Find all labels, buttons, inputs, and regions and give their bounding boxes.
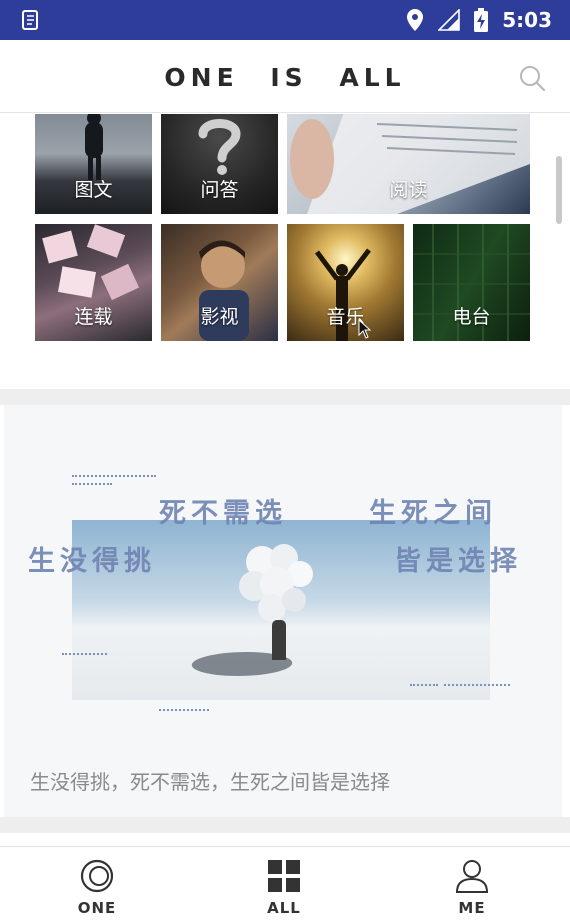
category-tile-radio[interactable]: 电台 (413, 224, 530, 341)
grid-icon (268, 860, 300, 892)
decorative-dots (62, 653, 107, 655)
nav-item-one[interactable]: ONE (2, 847, 192, 921)
poem-line: 生死之间 (369, 498, 497, 529)
status-bar: 5:03 (0, 0, 570, 40)
category-label: 电台 (452, 306, 491, 328)
scrollbar-thumb[interactable] (556, 156, 562, 224)
poem-line: 生没得挑 (28, 546, 156, 577)
battery-charging-icon (474, 8, 489, 32)
nav-label: ME (458, 899, 486, 917)
category-tile-film[interactable]: 影视 (161, 224, 278, 341)
section-divider (0, 817, 570, 833)
category-tile-graphic[interactable]: 图文 (35, 114, 152, 214)
decorative-dots (444, 684, 510, 686)
mouse-cursor-icon (358, 319, 372, 339)
balloons-image (239, 544, 313, 622)
category-label: 连载 (74, 306, 113, 328)
person-figure (272, 620, 286, 660)
notification-file-icon (22, 10, 38, 30)
poem-line: 皆是选择 (394, 546, 522, 577)
category-tile-music[interactable]: 音乐 (287, 224, 404, 341)
category-label: 阅读 (389, 179, 428, 201)
category-label: 问答 (200, 179, 239, 201)
status-icons: 5:03 (406, 0, 552, 40)
nav-item-all[interactable]: ALL (189, 847, 379, 921)
category-tile-serial[interactable]: 连载 (35, 224, 152, 341)
feature-caption: 生没得挑，死不需选，生死之间皆是选择 (30, 770, 390, 794)
feature-card[interactable]: 死不需选 生死之间 生没得挑 皆是选择 生没得挑，死不需选，生死之间皆是选择 (4, 405, 562, 817)
status-time: 5:03 (502, 8, 552, 32)
one-circle-icon (80, 859, 114, 893)
category-label: 音乐 (326, 306, 365, 328)
category-tile-qa[interactable]: 问答 (161, 114, 278, 214)
category-label: 图文 (74, 179, 113, 201)
decorative-dots (72, 475, 156, 477)
search-icon[interactable] (518, 64, 546, 92)
app-bar: ONE IS ALL (0, 40, 570, 113)
bottom-navigation: ONE ALL ME (0, 846, 570, 921)
nav-label: ALL (267, 899, 301, 917)
location-icon (407, 9, 424, 31)
category-tile-reading[interactable]: 阅读 (287, 114, 530, 214)
nav-item-me[interactable]: ME (377, 847, 567, 921)
decorative-dots (410, 684, 438, 686)
nav-label: ONE (77, 899, 117, 917)
decorative-dots (72, 483, 112, 485)
decorative-dots (159, 709, 209, 711)
person-icon (455, 860, 489, 893)
category-label: 影视 (200, 306, 239, 328)
section-divider (0, 389, 570, 405)
poem-line: 死不需选 (159, 498, 287, 529)
content-scroll-area[interactable]: 图文 问答 阅读 连载 影视 音乐 电台 死不需选 生死之间 生没得挑 皆是选择… (0, 114, 570, 846)
signal-icon (438, 9, 461, 31)
app-title: ONE IS ALL (164, 63, 406, 92)
